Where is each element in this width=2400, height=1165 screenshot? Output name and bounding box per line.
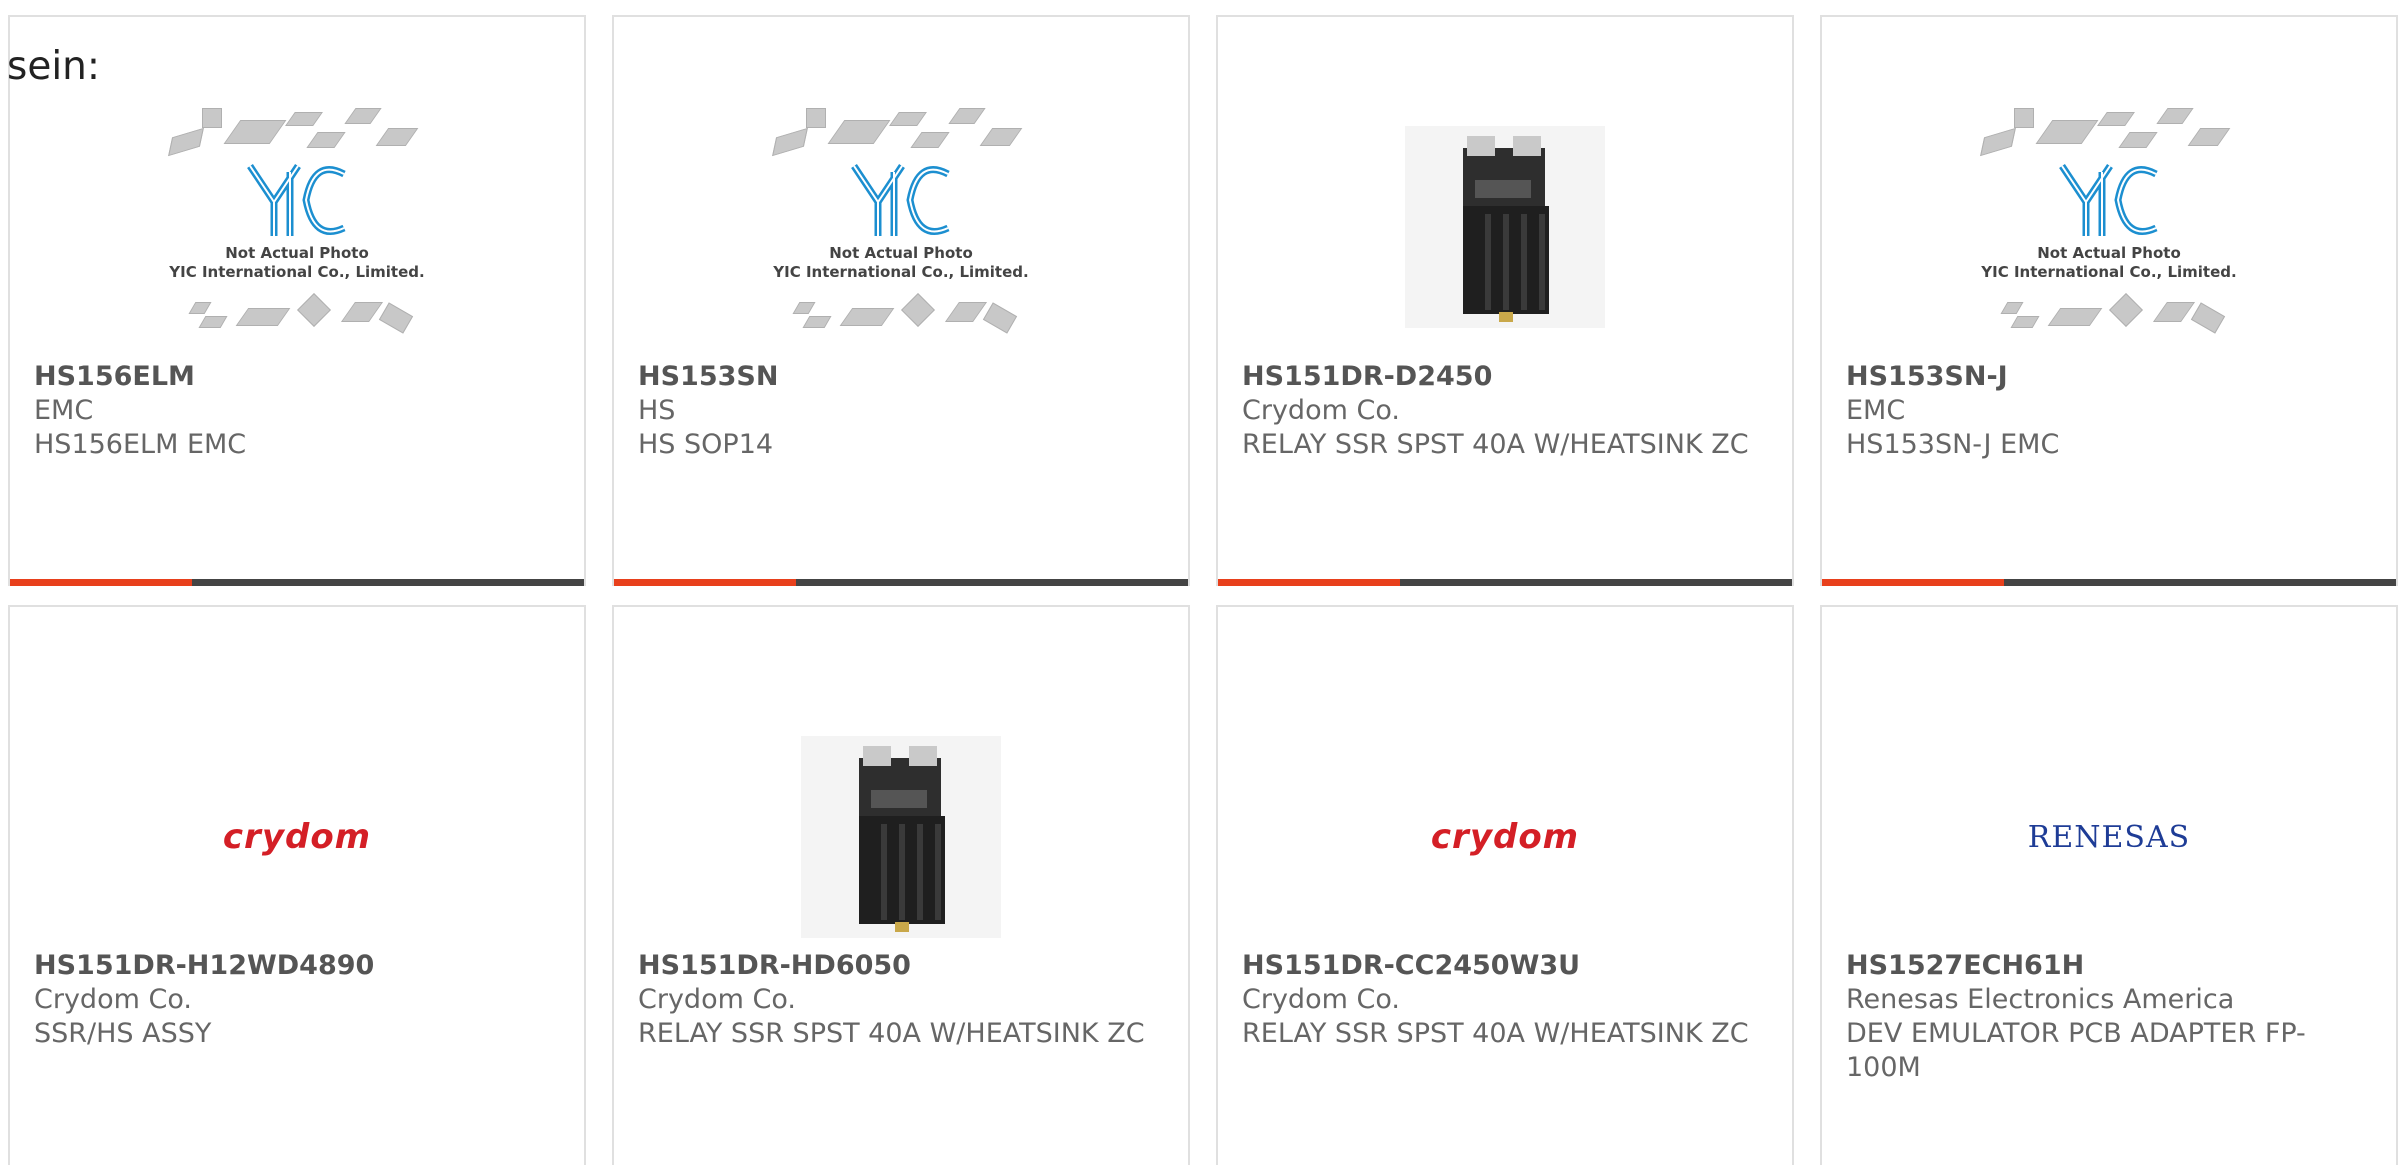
- placeholder-caption: Not Actual Photo YIC International Co., …: [1974, 244, 2244, 282]
- placeholder-line1: Not Actual Photo: [2037, 244, 2181, 262]
- yic-placeholder-image: Not Actual Photo YIC International Co., …: [1974, 102, 2244, 352]
- part-number-link[interactable]: HS153SN: [638, 360, 1168, 394]
- yic-logo-icon: [851, 164, 950, 236]
- description: HS156ELM EMC: [34, 429, 247, 460]
- manufacturer: Crydom Co.: [1242, 395, 1400, 426]
- product-info: HS151DR-CC2450W3U Crydom Co. RELAY SSR S…: [1242, 949, 1772, 1051]
- placeholder-line1: Not Actual Photo: [829, 244, 973, 262]
- product-info: HS153SN-J EMC HS153SN-J EMC: [1846, 360, 2376, 462]
- part-number-link[interactable]: HS1527ECH61H: [1846, 949, 2376, 983]
- product-image[interactable]: [1218, 87, 1792, 367]
- card-accent: [614, 579, 796, 586]
- placeholder-line1: Not Actual Photo: [225, 244, 369, 262]
- product-image[interactable]: [614, 687, 1188, 987]
- part-number-link[interactable]: HS156ELM: [34, 360, 564, 394]
- crydom-logo-icon: crydom: [1430, 817, 1580, 857]
- yic-placeholder-image: Not Actual Photo YIC International Co., …: [162, 102, 432, 352]
- placeholder-line2: YIC International Co., Limited.: [1981, 263, 2237, 281]
- manufacturer: HS: [638, 395, 676, 426]
- renesas-logo-icon: RENESAS: [2027, 819, 2191, 855]
- part-number-link[interactable]: HS151DR-HD6050: [638, 949, 1168, 983]
- part-number-link[interactable]: HS151DR-D2450: [1242, 360, 1772, 394]
- card-accent: [10, 579, 192, 586]
- relay-photo-icon: [801, 736, 1001, 938]
- description: RELAY SSR SPST 40A W/HEATSINK ZC: [638, 1018, 1145, 1049]
- product-image[interactable]: crydom: [10, 687, 584, 987]
- relay-photo-icon: [1405, 126, 1605, 328]
- manufacturer: Crydom Co.: [1242, 984, 1400, 1015]
- product-card[interactable]: Not Actual Photo YIC International Co., …: [612, 15, 1190, 586]
- product-card[interactable]: HS151DR-HD6050 Crydom Co. RELAY SSR SPST…: [612, 605, 1190, 1165]
- product-info: HS1527ECH61H Renesas Electronics America…: [1846, 949, 2376, 1085]
- manufacturer: EMC: [1846, 395, 1906, 426]
- placeholder-line2: YIC International Co., Limited.: [773, 263, 1029, 281]
- part-number-link[interactable]: HS153SN-J: [1846, 360, 2376, 394]
- manufacturer: Renesas Electronics America: [1846, 984, 2235, 1015]
- product-image[interactable]: RENESAS: [1822, 687, 2396, 987]
- part-number-link[interactable]: HS151DR-H12WD4890: [34, 949, 564, 983]
- card-bottom-bar: [1218, 579, 1792, 586]
- product-info: HS156ELM EMC HS156ELM EMC: [34, 360, 564, 462]
- product-info: HS153SN HS HS SOP14: [638, 360, 1168, 462]
- description: RELAY SSR SPST 40A W/HEATSINK ZC: [1242, 429, 1749, 460]
- part-number-link[interactable]: HS151DR-CC2450W3U: [1242, 949, 1772, 983]
- description: RELAY SSR SPST 40A W/HEATSINK ZC: [1242, 1018, 1749, 1049]
- card-accent: [1822, 579, 2004, 586]
- description: SSR/HS ASSY: [34, 1018, 212, 1049]
- product-image[interactable]: Not Actual Photo YIC International Co., …: [1822, 87, 2396, 367]
- yic-logo-icon: [247, 164, 346, 236]
- description: HS153SN-J EMC: [1846, 429, 2060, 460]
- product-card[interactable]: RENESAS HS1527ECH61H Renesas Electronics…: [1820, 605, 2398, 1165]
- product-info: HS151DR-HD6050 Crydom Co. RELAY SSR SPST…: [638, 949, 1168, 1051]
- description: HS SOP14: [638, 429, 774, 460]
- product-image[interactable]: Not Actual Photo YIC International Co., …: [10, 87, 584, 367]
- manufacturer: Crydom Co.: [638, 984, 796, 1015]
- product-image[interactable]: crydom: [1218, 687, 1792, 987]
- card-bottom-bar: [1822, 579, 2396, 586]
- product-image[interactable]: Not Actual Photo YIC International Co., …: [614, 87, 1188, 367]
- crydom-logo-icon: crydom: [222, 817, 372, 857]
- product-card[interactable]: crydom HS151DR-H12WD4890 Crydom Co. SSR/…: [8, 605, 586, 1165]
- product-card[interactable]: HS151DR-D2450 Crydom Co. RELAY SSR SPST …: [1216, 15, 1794, 586]
- description: DEV EMULATOR PCB ADAPTER FP-100M: [1846, 1018, 2306, 1083]
- card-bottom-bar: [614, 579, 1188, 586]
- product-grid: Not Actual Photo YIC International Co., …: [0, 0, 2400, 1165]
- yic-placeholder-image: Not Actual Photo YIC International Co., …: [766, 102, 1036, 352]
- manufacturer: Crydom Co.: [34, 984, 192, 1015]
- product-card[interactable]: crydom HS151DR-CC2450W3U Crydom Co. RELA…: [1216, 605, 1794, 1165]
- product-info: HS151DR-H12WD4890 Crydom Co. SSR/HS ASSY: [34, 949, 564, 1051]
- product-card[interactable]: Not Actual Photo YIC International Co., …: [1820, 15, 2398, 586]
- card-accent: [1218, 579, 1400, 586]
- yic-logo-icon: [2059, 164, 2158, 236]
- manufacturer: EMC: [34, 395, 94, 426]
- product-card[interactable]: Not Actual Photo YIC International Co., …: [8, 15, 586, 586]
- card-bottom-bar: [10, 579, 584, 586]
- placeholder-caption: Not Actual Photo YIC International Co., …: [162, 244, 432, 282]
- intro-text: sein:: [7, 44, 101, 89]
- product-info: HS151DR-D2450 Crydom Co. RELAY SSR SPST …: [1242, 360, 1772, 462]
- placeholder-caption: Not Actual Photo YIC International Co., …: [766, 244, 1036, 282]
- placeholder-line2: YIC International Co., Limited.: [169, 263, 425, 281]
